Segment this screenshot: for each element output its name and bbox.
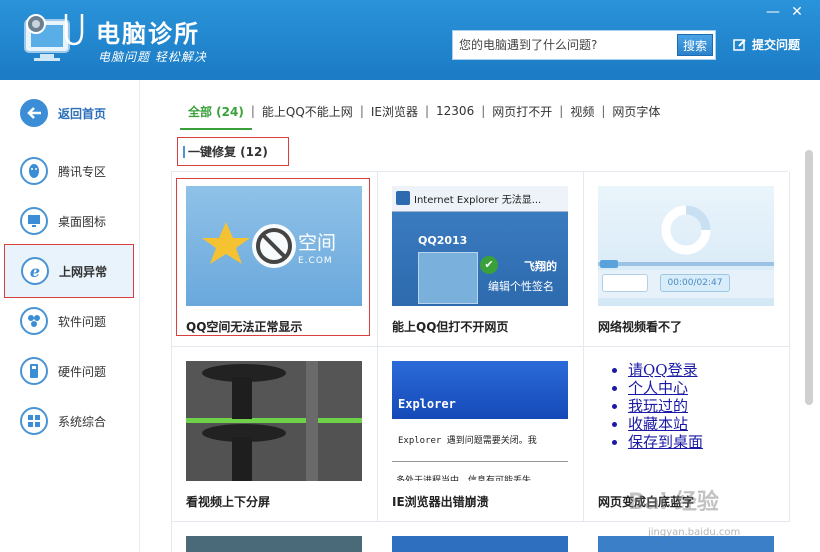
sidebar-item-network[interactable]: e 上网异常 — [4, 244, 134, 298]
problem-card[interactable]: Internet Explorer 无法显... QQ2013 ✔ 飞翔的 编辑… — [378, 172, 584, 347]
filter-qq-no-web[interactable]: 能上QQ不能上网 — [260, 103, 355, 120]
filter-separator: | — [250, 104, 255, 118]
ie-tab-bar: Internet Explorer 无法显... — [392, 186, 568, 212]
sidebar-item-tencent[interactable]: 腾讯专区 — [0, 146, 140, 196]
close-button[interactable]: ✕ — [786, 2, 808, 22]
error-dialog-message-2: 多处于进程当中，信息有可能丢失 — [396, 476, 532, 481]
filter-bar: 全部 (24) | 能上QQ不能上网 | IE浏览器 | 12306 | 网页打… — [186, 100, 662, 122]
usb-icon — [20, 357, 48, 385]
back-arrow-icon — [20, 99, 48, 127]
watermark-url: jingyan.baidu.com — [648, 527, 741, 538]
qq-version-label: QQ2013 — [418, 234, 468, 247]
link-list: 请QQ登录 个人中心 我玩过的 收藏本站 保存到桌面 — [628, 361, 703, 451]
stethoscope-monitor-logo-icon — [24, 14, 84, 61]
submit-question-label: 提交问题 — [752, 38, 801, 52]
filter-separator: | — [601, 104, 606, 118]
filter-page-not-open[interactable]: 网页打不开 — [490, 103, 554, 120]
filter-separator: | — [424, 104, 430, 118]
search-button[interactable]: 搜索 — [677, 34, 713, 56]
split-video-frame-icon — [186, 361, 362, 481]
app-header: 电脑诊所 电脑问题 轻松解决 — ✕ 搜索 提交问题 — [0, 0, 820, 80]
qq-signature: 编辑个性签名 — [488, 280, 554, 293]
filter-font[interactable]: 网页字体 — [610, 103, 662, 120]
problem-card[interactable]: 00:00/02:47 网络视频看不了 — [584, 172, 790, 347]
section-title-text: 一键修复 (12) — [188, 145, 268, 159]
card-caption: 网络视频看不了 — [598, 320, 683, 334]
filter-all[interactable]: 全部 (24) — [186, 103, 246, 120]
list-link[interactable]: 请QQ登录 — [628, 361, 703, 379]
ie-icon: e — [21, 257, 49, 285]
list-link[interactable]: 我玩过的 — [628, 397, 703, 415]
filter-video[interactable]: 视频 — [568, 103, 596, 120]
sidebar-item-system[interactable]: 系统综合 — [0, 396, 140, 446]
sidebar-item-hardware[interactable]: 硬件问题 — [0, 346, 140, 396]
active-filter-underline — [180, 128, 252, 130]
card-thumbnail-partial — [392, 536, 568, 552]
pause-button[interactable] — [602, 274, 648, 292]
filter-ie[interactable]: IE浏览器 — [369, 103, 420, 120]
software-icon — [20, 307, 48, 335]
list-link[interactable]: 保存到桌面 — [628, 433, 703, 451]
filter-separator: | — [359, 104, 364, 118]
error-dialog-title: Explorer — [398, 397, 456, 411]
card-thumbnail: Explorer Explorer 遇到问题需要关闭。我 多处于进程当中，信息有… — [392, 361, 568, 481]
sidebar-item-label: 返回首页 — [58, 106, 107, 121]
section-title: 一键修复 (12) — [177, 137, 289, 166]
card-thumbnail: 00:00/02:47 — [598, 186, 774, 306]
app-title: 电脑诊所 — [96, 20, 200, 48]
sidebar-item-desktop-icons[interactable]: 桌面图标 — [0, 196, 140, 246]
video-time-display: 00:00/02:47 — [660, 274, 730, 292]
problem-card[interactable]: 空间 E.COM QQ空间无法正常显示 — [172, 172, 378, 347]
minimize-button[interactable]: — — [762, 2, 784, 22]
scrollbar[interactable] — [805, 150, 813, 405]
card-caption: 能上QQ但打不开网页 — [392, 320, 509, 334]
qq-penguin-icon — [20, 157, 48, 185]
avatar — [418, 252, 478, 304]
section-title-bar — [183, 145, 185, 158]
qq-nickname: 飞翔的 — [524, 260, 557, 273]
filter-12306[interactable]: 12306 — [434, 104, 476, 118]
ie-tab-title: Internet Explorer 无法显... — [414, 195, 542, 206]
sidebar-item-label: 硬件问题 — [58, 364, 107, 379]
monitor-icon — [20, 207, 48, 235]
card-thumbnail: 请QQ登录 个人中心 我玩过的 收藏本站 保存到桌面 — [598, 361, 774, 481]
card-thumbnail — [186, 361, 362, 481]
sidebar-item-label: 系统综合 — [58, 414, 107, 429]
sidebar: 返回首页 腾讯专区 桌面图标 e 上网异常 软件问题 硬件问题 系统综合 — [0, 80, 140, 552]
qzone-brand-text: 空间 — [298, 232, 337, 254]
submit-question-button[interactable]: 提交问题 — [733, 36, 800, 53]
windows-icon — [20, 407, 48, 435]
error-dialog-divider — [392, 461, 568, 462]
card-thumbnail: Internet Explorer 无法显... QQ2013 ✔ 飞翔的 编辑… — [392, 186, 568, 306]
filter-separator: | — [481, 104, 486, 118]
sidebar-item-label: 软件问题 — [58, 314, 107, 329]
card-thumbnail: 空间 E.COM — [186, 186, 362, 306]
sidebar-item-label: 腾讯专区 — [58, 164, 107, 179]
problem-card[interactable]: Explorer Explorer 遇到问题需要关闭。我 多处于进程当中，信息有… — [378, 347, 584, 522]
sidebar-item-home[interactable]: 返回首页 — [0, 88, 140, 138]
card-caption: 看视频上下分屏 — [186, 495, 271, 509]
card-thumbnail-partial — [186, 536, 362, 552]
qzone-domain-text: E.COM — [298, 256, 333, 266]
check-icon: ✔ — [480, 256, 498, 274]
error-dialog-message: Explorer 遇到问题需要关闭。我 — [398, 436, 537, 446]
edit-icon — [733, 38, 746, 51]
search-input[interactable] — [453, 31, 675, 59]
filter-separator: | — [559, 104, 564, 118]
search-box: 搜索 — [452, 30, 716, 60]
list-link[interactable]: 收藏本站 — [628, 415, 703, 433]
sidebar-item-software[interactable]: 软件问题 — [0, 296, 140, 346]
sidebar-item-label: 桌面图标 — [58, 214, 107, 229]
watermark: Bai 经验 — [628, 490, 719, 515]
card-caption: IE浏览器出错崩溃 — [392, 495, 489, 509]
card-caption: QQ空间无法正常显示 — [186, 320, 303, 334]
app-slogan: 电脑问题 轻松解决 — [98, 50, 207, 64]
card-thumbnail-partial — [598, 536, 774, 552]
list-link[interactable]: 个人中心 — [628, 379, 703, 397]
error-dialog-titlebar: Explorer — [392, 361, 568, 419]
problem-card[interactable]: 看视频上下分屏 — [172, 347, 378, 522]
sidebar-item-label: 上网异常 — [59, 264, 108, 279]
ie-tab-icon — [396, 191, 410, 205]
